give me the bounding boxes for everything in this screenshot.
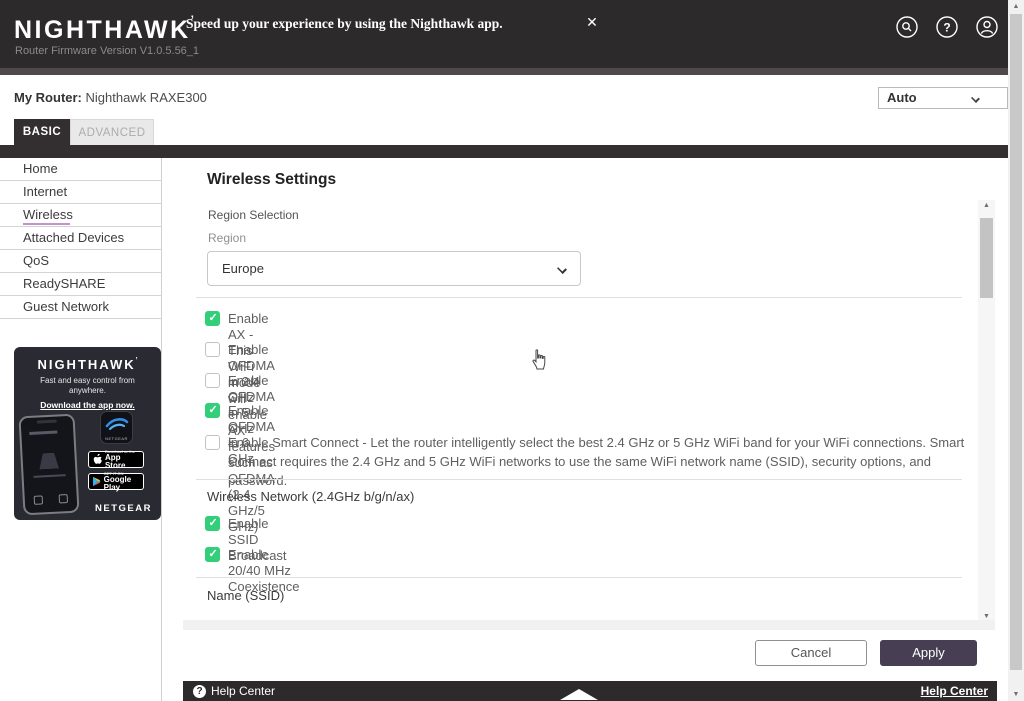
checkbox-2040-coexistence[interactable]: [205, 547, 220, 562]
search-icon[interactable]: [896, 16, 918, 38]
app-store-badge[interactable]: Download on the App Store: [88, 449, 144, 470]
expand-caret-icon[interactable]: [560, 689, 598, 700]
checkbox-ofdma-6ghz[interactable]: [205, 403, 220, 418]
tab-strip: [0, 145, 1008, 158]
help-center-link[interactable]: Help Center: [921, 684, 988, 698]
badge-label: App Store: [104, 452, 126, 470]
phone-app-icon: [58, 494, 69, 504]
region-select-value: Europe: [222, 261, 264, 276]
nighthawk-app-promo: NIGHTHAWK’ Fast and easy control from an…: [14, 347, 161, 520]
sidebar-item-home[interactable]: Home: [0, 158, 162, 181]
phone-screen-detail: [29, 430, 58, 435]
netgear-wordmark: NETGEAR: [95, 503, 152, 514]
checkbox-smart-connect[interactable]: [205, 435, 220, 450]
checkbox-label: Enable Smart Connect - Let the router in…: [228, 435, 965, 488]
mode-select-value: Auto: [887, 90, 917, 105]
sidebar-item-label: Home: [23, 161, 58, 176]
phone-screen-detail: [33, 474, 66, 478]
scroll-down-arrow-icon[interactable]: ▼: [978, 613, 995, 620]
badge-label: Google Play: [103, 474, 132, 492]
sidebar-item-wireless[interactable]: Wireless: [0, 204, 162, 227]
app-banner-text: Speed up your experience by using the Ni…: [186, 16, 503, 31]
phone-mockup-image: [18, 413, 80, 516]
region-label: Region: [208, 231, 247, 245]
nighthawk-logo: NIGHTHAWK’: [14, 13, 194, 44]
app-icon-label: NETGEAR: [105, 436, 128, 441]
sidebar-item-guest-network[interactable]: Guest Network: [0, 296, 162, 319]
chevron-down-icon: [971, 94, 980, 103]
scrollbar-thumb[interactable]: [1010, 14, 1022, 670]
help-center-button[interactable]: ? Help Center: [193, 684, 275, 698]
tab-advanced[interactable]: ADVANCED: [70, 119, 154, 145]
sidebar-item-qos[interactable]: QoS: [0, 250, 162, 273]
help-icon[interactable]: ?: [936, 16, 958, 38]
content-scrollbar[interactable]: ▲ ▼: [978, 200, 995, 622]
main-content: [183, 158, 997, 681]
netgear-app-icon: NETGEAR: [100, 411, 133, 444]
google-play-icon: [93, 476, 101, 487]
header-divider-strip: [0, 68, 1008, 75]
wireless-network-section-label: Wireless Network (2.4GHz b/g/n/ax): [207, 489, 415, 504]
ssid-label: Name (SSID): [207, 588, 285, 603]
banner-close-icon[interactable]: ✕: [583, 14, 601, 32]
divider: [196, 577, 962, 578]
scrollbar-thumb[interactable]: [980, 218, 993, 298]
promo-tagline: Fast and easy control from anywhere.: [40, 376, 135, 395]
cancel-button[interactable]: Cancel: [755, 640, 867, 666]
help-center-label: Help Center: [211, 684, 276, 698]
mode-select[interactable]: Auto: [878, 87, 1008, 109]
apple-icon: [93, 454, 102, 464]
tab-basic[interactable]: BASIC: [14, 119, 70, 145]
sidebar-item-attached-devices[interactable]: Attached Devices: [0, 227, 162, 250]
phone-app-icon: [33, 495, 44, 505]
firmware-version: Router Firmware Version V1.0.5.56_1: [15, 45, 200, 57]
google-play-badge[interactable]: GET IT ON Google Play: [88, 471, 144, 492]
scroll-up-arrow-icon[interactable]: ▲: [978, 202, 995, 209]
content-bottom-strip: [183, 620, 995, 630]
active-underline: [23, 223, 70, 225]
download-app-link[interactable]: Download the app now.: [14, 400, 161, 410]
sidebar-item-label: ReadySHARE: [23, 276, 106, 291]
sidebar-item-readyshare[interactable]: ReadySHARE: [0, 273, 162, 296]
scroll-up-arrow-icon[interactable]: ▲: [1008, 3, 1024, 10]
promo-nighthawk-logo: NIGHTHAWK’: [37, 357, 138, 372]
checkbox-enable-ax[interactable]: [205, 311, 220, 326]
top-header: NIGHTHAWK’ Router Firmware Version V1.0.…: [0, 0, 1008, 68]
region-section-label: Region Selection: [208, 208, 299, 222]
sidebar-item-internet[interactable]: Internet: [0, 181, 162, 204]
phone-notch: [36, 419, 57, 424]
chevron-down-icon: [557, 264, 567, 274]
checkbox-ofdma-5ghz[interactable]: [205, 373, 220, 388]
svg-text:?: ?: [943, 21, 950, 35]
sidebar-item-label: QoS: [23, 253, 50, 268]
my-router-label: My Router: Nighthawk RAXE300: [14, 90, 207, 105]
page-scrollbar[interactable]: ▲ ▼: [1008, 0, 1024, 701]
phone-router-image: [34, 452, 63, 469]
footer-bar: ? Help Center Help Center: [183, 681, 997, 701]
router-bar: My Router: Nighthawk RAXE300: [0, 75, 1008, 119]
region-select[interactable]: Europe: [207, 251, 581, 286]
sidebar-item-label: Internet: [23, 184, 68, 199]
divider: [196, 479, 962, 480]
sidebar-item-label: Wireless: [23, 207, 73, 222]
page-title: Wireless Settings: [207, 171, 337, 188]
scroll-down-arrow-icon[interactable]: ▼: [1008, 691, 1024, 698]
sidebar-item-label: Guest Network: [23, 299, 109, 314]
account-icon[interactable]: [976, 16, 998, 38]
checkbox-ssid-broadcast[interactable]: [205, 516, 220, 531]
help-circle-icon: ?: [193, 684, 206, 698]
divider: [196, 297, 962, 298]
sidebar-item-label: Attached Devices: [23, 230, 125, 245]
apply-button[interactable]: Apply: [880, 640, 977, 666]
checkbox-ofdma-24ghz[interactable]: [205, 342, 220, 357]
